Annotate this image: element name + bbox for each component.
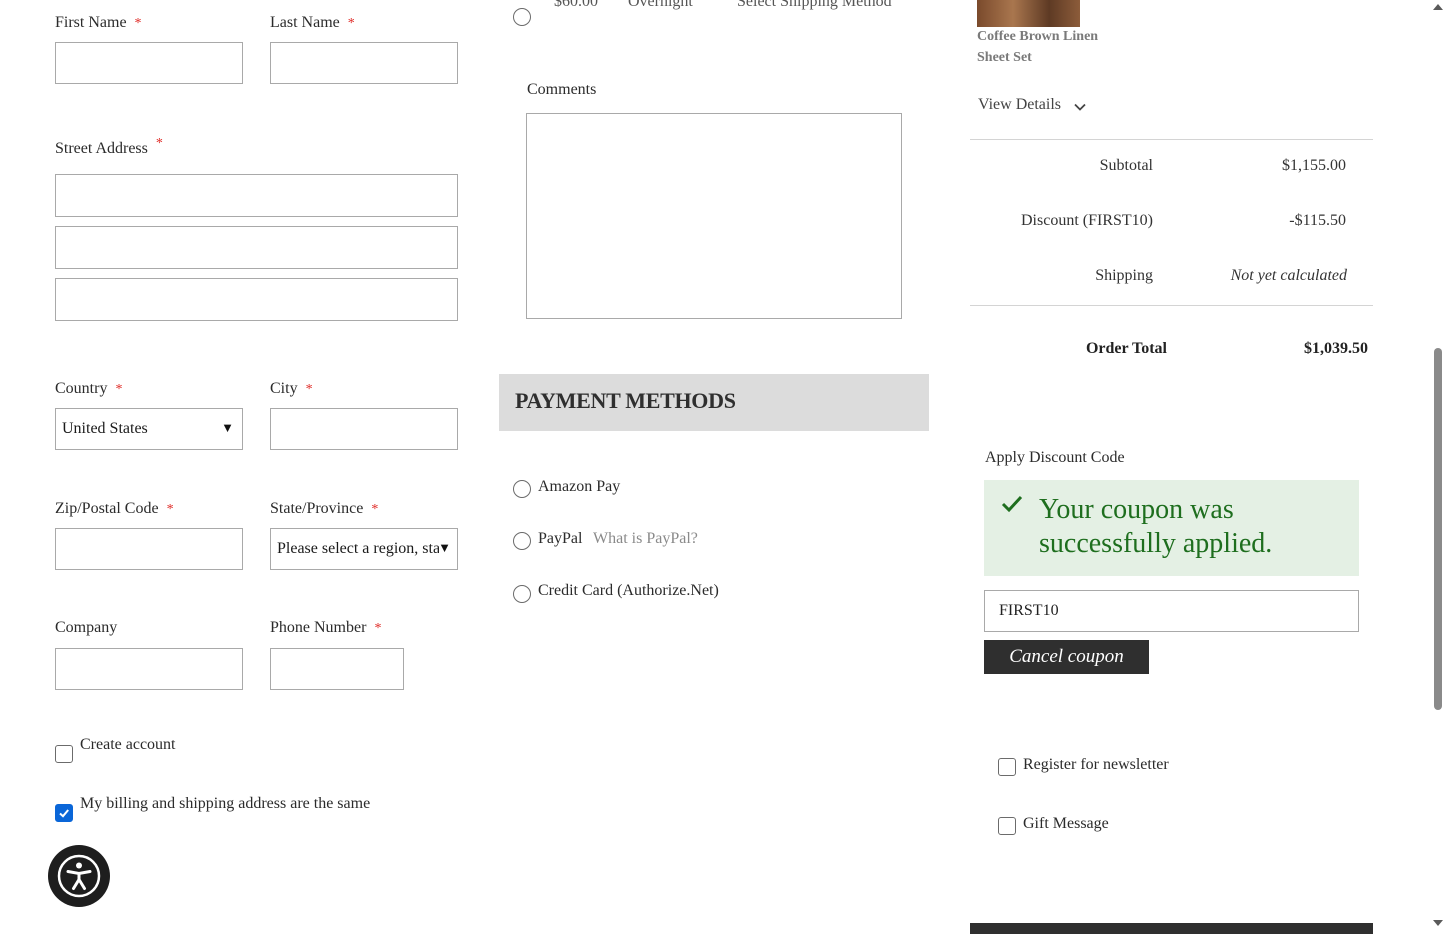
required-mark: * (374, 621, 382, 636)
shipping-label: Shipping (1095, 267, 1153, 284)
shipping-method-radio[interactable] (513, 8, 531, 26)
dropdown-arrow-icon: ▼ (221, 420, 234, 436)
shipping-carrier: Select Shipping Method (737, 0, 892, 10)
newsletter-checkbox[interactable] (998, 758, 1016, 776)
product-thumbnail (977, 0, 1080, 27)
summary-divider-top (970, 139, 1373, 140)
gift-message-checkbox[interactable] (998, 817, 1016, 835)
place-order-button[interactable] (970, 923, 1373, 934)
what-is-paypal-link[interactable]: What is PayPal? (593, 530, 698, 548)
scroll-up-arrow-icon[interactable] (1433, 4, 1443, 10)
state-label: State/Province * (270, 500, 379, 517)
payment-methods-header: PAYMENT METHODS (499, 374, 929, 431)
company-input[interactable] (55, 648, 243, 690)
same-address-label: My billing and shipping address are the … (80, 795, 371, 812)
view-details-label: View Details (978, 96, 1062, 113)
required-mark: * (305, 382, 313, 397)
country-select-value: United States (62, 420, 148, 437)
cancel-coupon-label: Cancel coupon (1009, 646, 1124, 667)
same-address-checkbox[interactable] (55, 804, 73, 822)
discount-code-value: FIRST10 (999, 602, 1059, 619)
comments-textarea[interactable] (526, 113, 902, 319)
paypal-label: PayPal (538, 530, 583, 547)
payment-methods-heading: PAYMENT METHODS (515, 388, 736, 413)
zip-input[interactable] (55, 528, 243, 570)
phone-input[interactable] (270, 648, 404, 690)
create-account-checkbox[interactable] (55, 745, 73, 763)
amazon-pay-radio[interactable] (513, 480, 531, 498)
last-name-input[interactable] (270, 42, 458, 84)
state-select-value: Please select a region, state or provinc… (277, 540, 439, 557)
street-address-line-3[interactable] (55, 278, 458, 321)
view-details-toggle[interactable]: View Details (978, 96, 1087, 114)
accessibility-icon (57, 854, 101, 898)
subtotal-value: $1,155.00 (1282, 157, 1346, 174)
street-address-line-1[interactable] (55, 174, 458, 217)
phone-label: Phone Number * (270, 619, 382, 636)
order-total-label: Order Total (1085, 340, 1167, 357)
coupon-success-line-1: Your coupon was (1039, 494, 1234, 525)
product-name-line-1: Coffee Brown Linen (977, 29, 1099, 44)
paypal-radio[interactable] (513, 532, 531, 550)
zip-label: Zip/Postal Code * (55, 500, 174, 517)
discount-label: Discount (FIRST10) (1021, 212, 1153, 229)
company-label: Company (55, 619, 118, 636)
street-address-line-2[interactable] (55, 226, 458, 269)
credit-card-label: Credit Card (Authorize.Net) (538, 582, 719, 599)
first-name-label: First Name * (55, 14, 142, 31)
city-label: City * (270, 380, 313, 397)
required-mark: * (166, 502, 174, 517)
country-select[interactable]: United States ▼ (55, 408, 243, 450)
dropdown-arrow-icon: ▼ (438, 540, 451, 556)
comments-label: Comments (527, 81, 597, 98)
scroll-down-arrow-icon[interactable] (1433, 920, 1443, 926)
required-mark: * (134, 16, 142, 31)
checkmark-icon (1001, 495, 1023, 513)
discount-code-input[interactable]: FIRST10 (984, 590, 1359, 632)
shipping-method-name: Overnight (628, 0, 693, 10)
required-mark: * (347, 16, 355, 31)
last-name-label: Last Name * (270, 14, 355, 31)
coupon-success-line-2: successfully applied. (1039, 528, 1273, 559)
credit-card-radio[interactable] (513, 585, 531, 603)
scrollbar-thumb[interactable] (1434, 348, 1442, 710)
required-mark: * (115, 382, 123, 397)
chevron-down-icon (1074, 103, 1086, 111)
shipping-price: $60.00 (554, 0, 598, 10)
accessibility-button[interactable] (48, 845, 110, 907)
first-name-input[interactable] (55, 42, 243, 84)
product-name-line-2: Sheet Set (977, 50, 1032, 65)
amazon-pay-label: Amazon Pay (538, 478, 621, 495)
gift-message-label: Gift Message (1023, 815, 1109, 832)
create-account-label: Create account (80, 736, 176, 753)
summary-divider-bottom (970, 305, 1373, 306)
discount-value: -$115.50 (1289, 212, 1346, 229)
shipping-value: Not yet calculated (1230, 267, 1347, 284)
street-address-label: Street Address * (55, 136, 163, 157)
country-label: Country * (55, 380, 123, 397)
order-total-value: $1,039.50 (1304, 340, 1368, 357)
cancel-coupon-button[interactable]: Cancel coupon (984, 640, 1149, 674)
newsletter-label: Register for newsletter (1023, 756, 1169, 773)
required-mark: * (371, 502, 379, 517)
state-select[interactable]: Please select a region, state or provinc… (270, 528, 458, 570)
discount-code-heading: Apply Discount Code (985, 449, 1125, 466)
coupon-success-message: Your coupon was successfully applied. (984, 480, 1359, 576)
checkmark-icon (59, 809, 69, 818)
required-mark: * (155, 136, 163, 151)
subtotal-label: Subtotal (1099, 157, 1153, 174)
city-input[interactable] (270, 408, 458, 450)
scrollbar[interactable] (1430, 0, 1447, 934)
